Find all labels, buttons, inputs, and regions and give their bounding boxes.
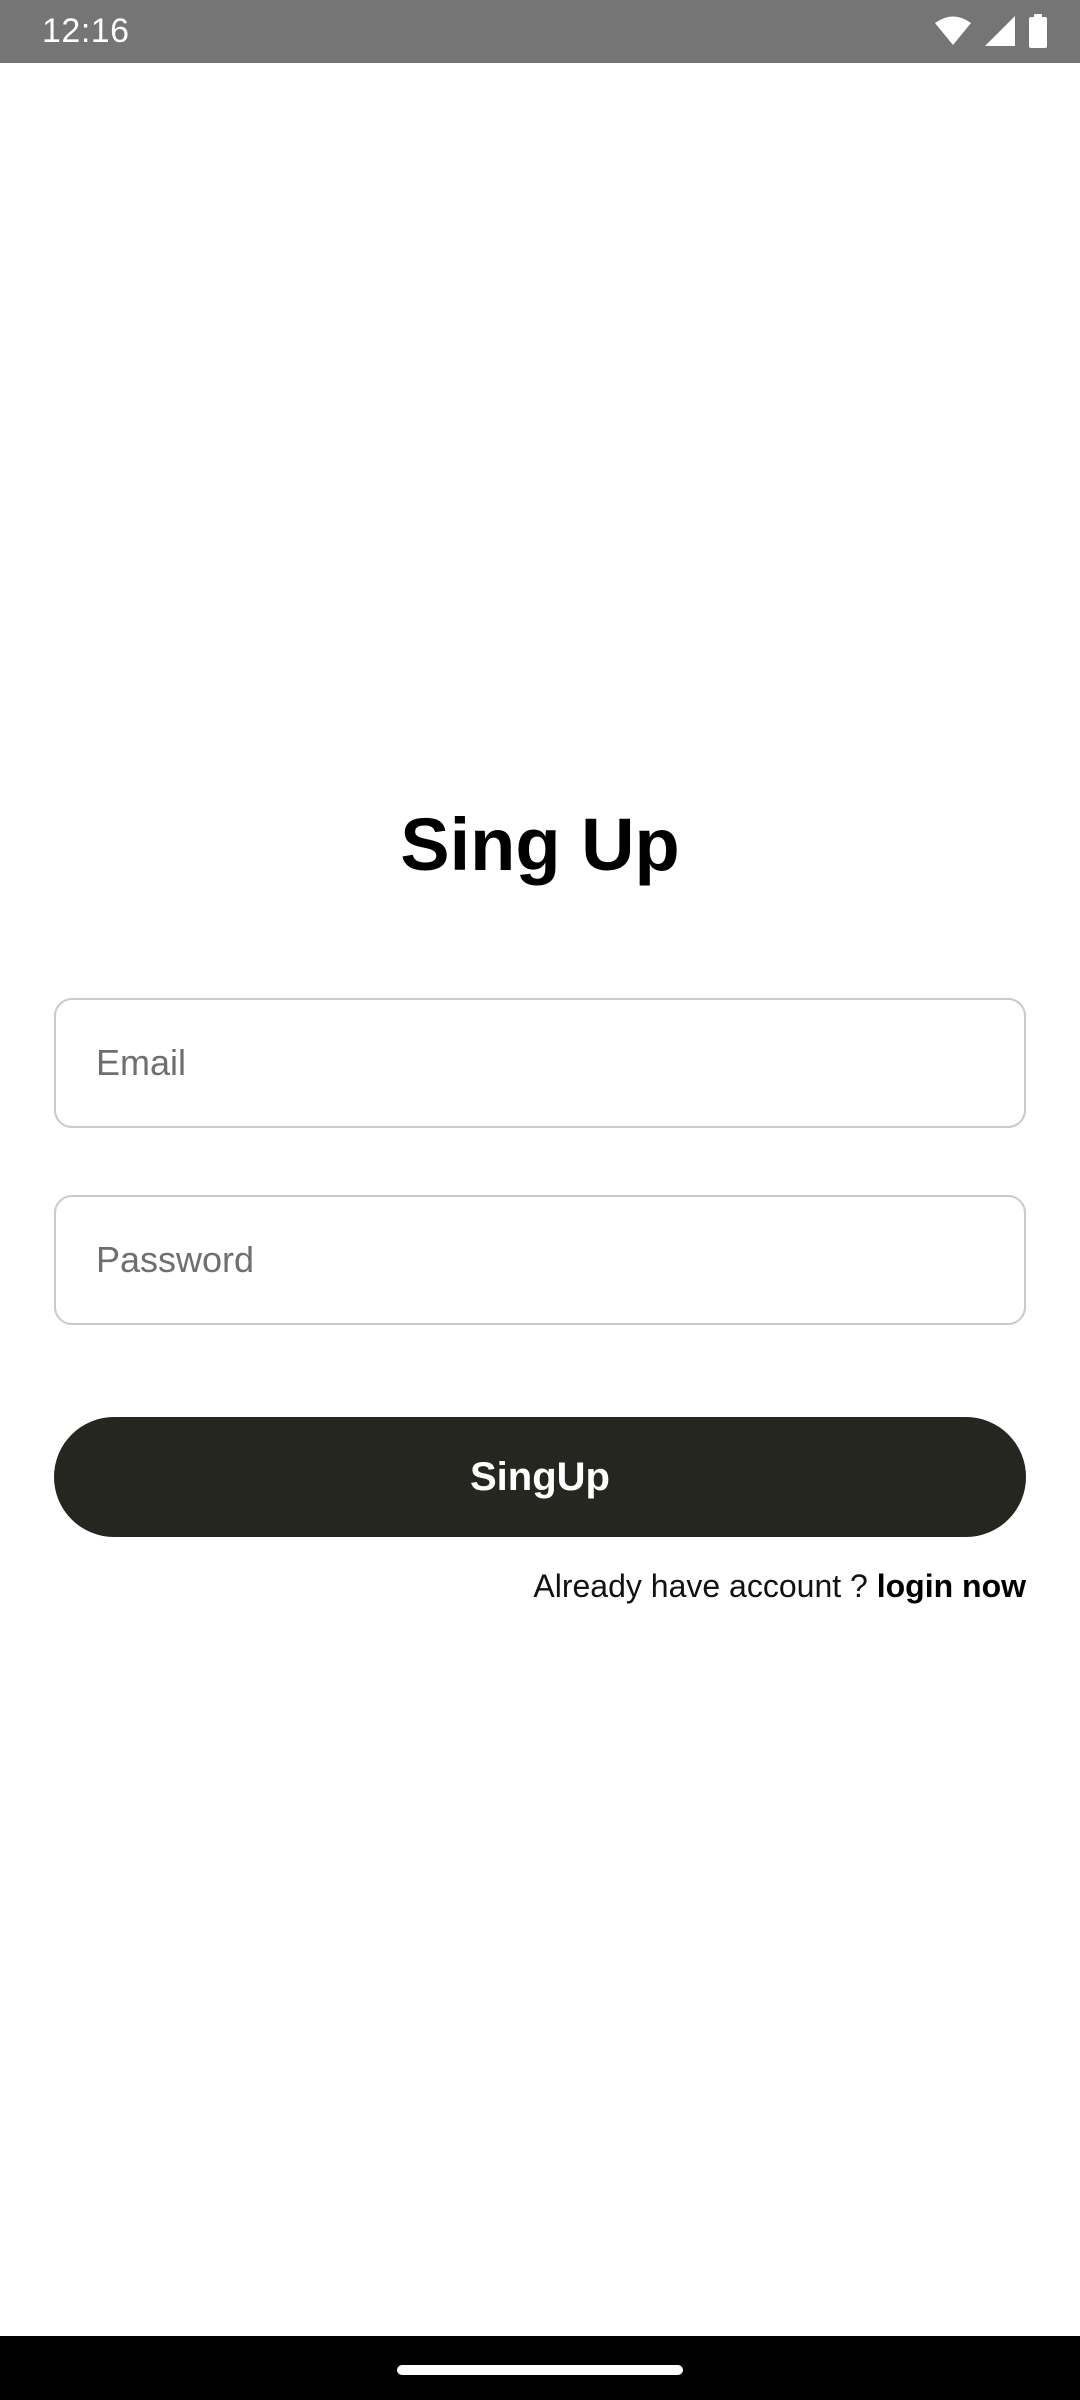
email-field-container — [54, 998, 1026, 1128]
battery-icon — [1028, 14, 1048, 48]
navigation-bar — [0, 2336, 1080, 2400]
home-indicator[interactable] — [397, 2365, 683, 2375]
login-now-link[interactable]: login now — [877, 1568, 1026, 1604]
status-bar: 12:16 — [0, 0, 1080, 63]
page-title: Sing Up — [400, 803, 680, 886]
password-field[interactable] — [56, 1197, 1024, 1323]
email-field[interactable] — [56, 1000, 1024, 1126]
signup-button[interactable]: SingUp — [54, 1417, 1026, 1537]
wifi-icon — [934, 16, 972, 46]
status-time: 12:16 — [42, 12, 130, 50]
login-prompt-text: Already have account ? — [533, 1568, 877, 1604]
signal-icon — [984, 15, 1016, 47]
status-icons — [934, 12, 1048, 50]
login-prompt: Already have account ? login now — [533, 1562, 1026, 1610]
password-field-container — [54, 1195, 1026, 1325]
